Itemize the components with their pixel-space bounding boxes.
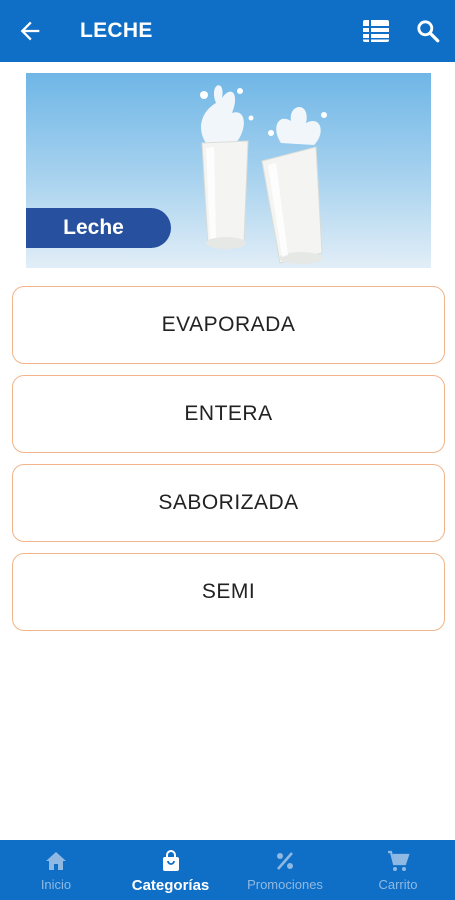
bottom-nav: Inicio Categorías Promociones Carrito	[0, 840, 455, 900]
nav-label: Inicio	[40, 877, 72, 892]
nav-item-promociones[interactable]: Promociones	[229, 840, 341, 900]
list-view-icon[interactable]	[362, 18, 390, 44]
subcategory-list: EVAPORADA ENTERA SABORIZADA SEMI	[12, 286, 445, 642]
nav-label: Categorías	[131, 877, 210, 894]
page-title: LECHE	[80, 19, 153, 42]
category-banner: Leche	[26, 73, 431, 268]
nav-item-categorias[interactable]: Categorías	[112, 840, 229, 900]
nav-label: Carrito	[378, 877, 418, 892]
subcategory-evaporada[interactable]: EVAPORADA	[12, 286, 445, 364]
home-icon	[46, 852, 66, 870]
subcategory-saborizada[interactable]: SABORIZADA	[12, 464, 445, 542]
banner-label: Leche	[26, 208, 171, 248]
nav-item-carrito[interactable]: Carrito	[341, 840, 455, 900]
nav-label: Promociones	[247, 877, 323, 892]
search-icon[interactable]	[415, 18, 441, 44]
subcategory-semi[interactable]: SEMI	[12, 553, 445, 631]
percent-icon	[277, 852, 293, 870]
subcategory-entera[interactable]: ENTERA	[12, 375, 445, 453]
nav-item-inicio[interactable]: Inicio	[0, 840, 112, 900]
cart-icon	[388, 850, 410, 871]
arrow-left-icon[interactable]	[16, 17, 44, 45]
shopping-bag-icon	[162, 850, 179, 871]
app-bar: LECHE	[0, 0, 455, 62]
